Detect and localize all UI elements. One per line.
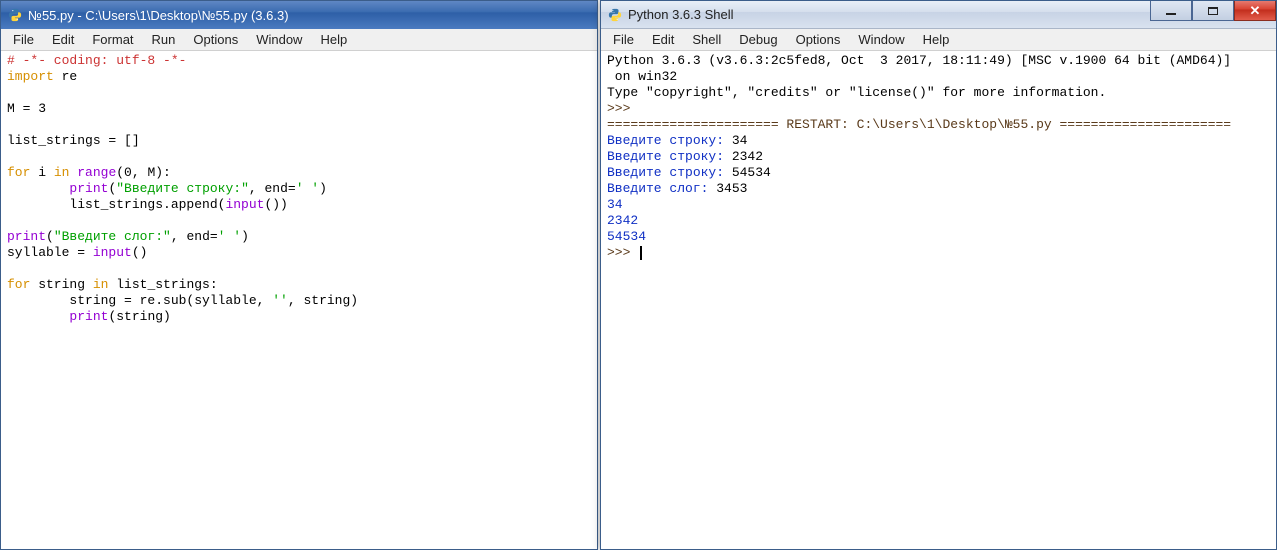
code-line: import re	[7, 69, 591, 85]
editor-menu-help[interactable]: Help	[312, 30, 355, 49]
close-icon: ✕	[1250, 3, 1261, 19]
code-line: print("Введите строку:", end=' ')	[7, 181, 591, 197]
minimize-button[interactable]	[1150, 1, 1192, 21]
close-button[interactable]: ✕	[1234, 1, 1276, 21]
code-line: string = re.sub(syllable, '', string)	[7, 293, 591, 309]
shell-line: on win32	[607, 69, 1270, 85]
editor-menu-window[interactable]: Window	[248, 30, 310, 49]
code-line: list_strings.append(input())	[7, 197, 591, 213]
shell-menu-shell[interactable]: Shell	[684, 30, 729, 49]
code-line	[7, 149, 591, 165]
shell-menu-window[interactable]: Window	[850, 30, 912, 49]
shell-line: Введите строку: 2342	[607, 149, 1270, 165]
code-line: for i in range(0, M):	[7, 165, 591, 181]
shell-line: Введите строку: 54534	[607, 165, 1270, 181]
shell-line: 2342	[607, 213, 1270, 229]
editor-menu-file[interactable]: File	[5, 30, 42, 49]
window-controls: ✕	[1150, 1, 1276, 21]
python-icon	[607, 7, 623, 23]
code-line: # -*- coding: utf-8 -*-	[7, 53, 591, 69]
editor-menu-format[interactable]: Format	[84, 30, 141, 49]
shell-line: Введите слог: 3453	[607, 181, 1270, 197]
text-cursor	[640, 246, 642, 260]
desktop: №55.py - C:\Users\1\Desktop\№55.py (3.6.…	[0, 0, 1277, 550]
editor-code-area[interactable]: # -*- coding: utf-8 -*-import re M = 3 l…	[1, 51, 597, 549]
code-line	[7, 213, 591, 229]
shell-line: Python 3.6.3 (v3.6.3:2c5fed8, Oct 3 2017…	[607, 53, 1270, 69]
code-line: for string in list_strings:	[7, 277, 591, 293]
shell-menubar: FileEditShellDebugOptionsWindowHelp	[601, 29, 1276, 51]
code-line: M = 3	[7, 101, 591, 117]
shell-window: Python 3.6.3 Shell ✕ FileEditShellDebugO…	[600, 0, 1277, 550]
minimize-icon	[1166, 13, 1176, 15]
shell-line: ====================== RESTART: C:\Users…	[607, 117, 1270, 133]
shell-menu-file[interactable]: File	[605, 30, 642, 49]
code-line: print(string)	[7, 309, 591, 325]
shell-line: >>>	[607, 101, 1270, 117]
shell-line: Type "copyright", "credits" or "license(…	[607, 85, 1270, 101]
shell-menu-help[interactable]: Help	[915, 30, 958, 49]
editor-menu-options[interactable]: Options	[185, 30, 246, 49]
code-line: syllable = input()	[7, 245, 591, 261]
code-line	[7, 261, 591, 277]
editor-menu-edit[interactable]: Edit	[44, 30, 82, 49]
shell-line: 54534	[607, 229, 1270, 245]
shell-line: >>>	[607, 245, 1270, 261]
maximize-button[interactable]	[1192, 1, 1234, 21]
shell-line: 34	[607, 197, 1270, 213]
code-line: print("Введите слог:", end=' ')	[7, 229, 591, 245]
shell-titlebar[interactable]: Python 3.6.3 Shell ✕	[601, 1, 1276, 29]
editor-menu-run[interactable]: Run	[144, 30, 184, 49]
python-icon	[7, 7, 23, 23]
shell-output-area[interactable]: Python 3.6.3 (v3.6.3:2c5fed8, Oct 3 2017…	[601, 51, 1276, 549]
code-line: list_strings = []	[7, 133, 591, 149]
editor-titlebar[interactable]: №55.py - C:\Users\1\Desktop\№55.py (3.6.…	[1, 1, 597, 29]
shell-menu-edit[interactable]: Edit	[644, 30, 682, 49]
editor-menubar: FileEditFormatRunOptionsWindowHelp	[1, 29, 597, 51]
code-line	[7, 85, 591, 101]
maximize-icon	[1208, 7, 1218, 15]
editor-title: №55.py - C:\Users\1\Desktop\№55.py (3.6.…	[28, 8, 593, 23]
editor-window: №55.py - C:\Users\1\Desktop\№55.py (3.6.…	[0, 0, 598, 550]
shell-menu-options[interactable]: Options	[788, 30, 849, 49]
shell-menu-debug[interactable]: Debug	[731, 30, 785, 49]
shell-line: Введите строку: 34	[607, 133, 1270, 149]
code-line	[7, 117, 591, 133]
